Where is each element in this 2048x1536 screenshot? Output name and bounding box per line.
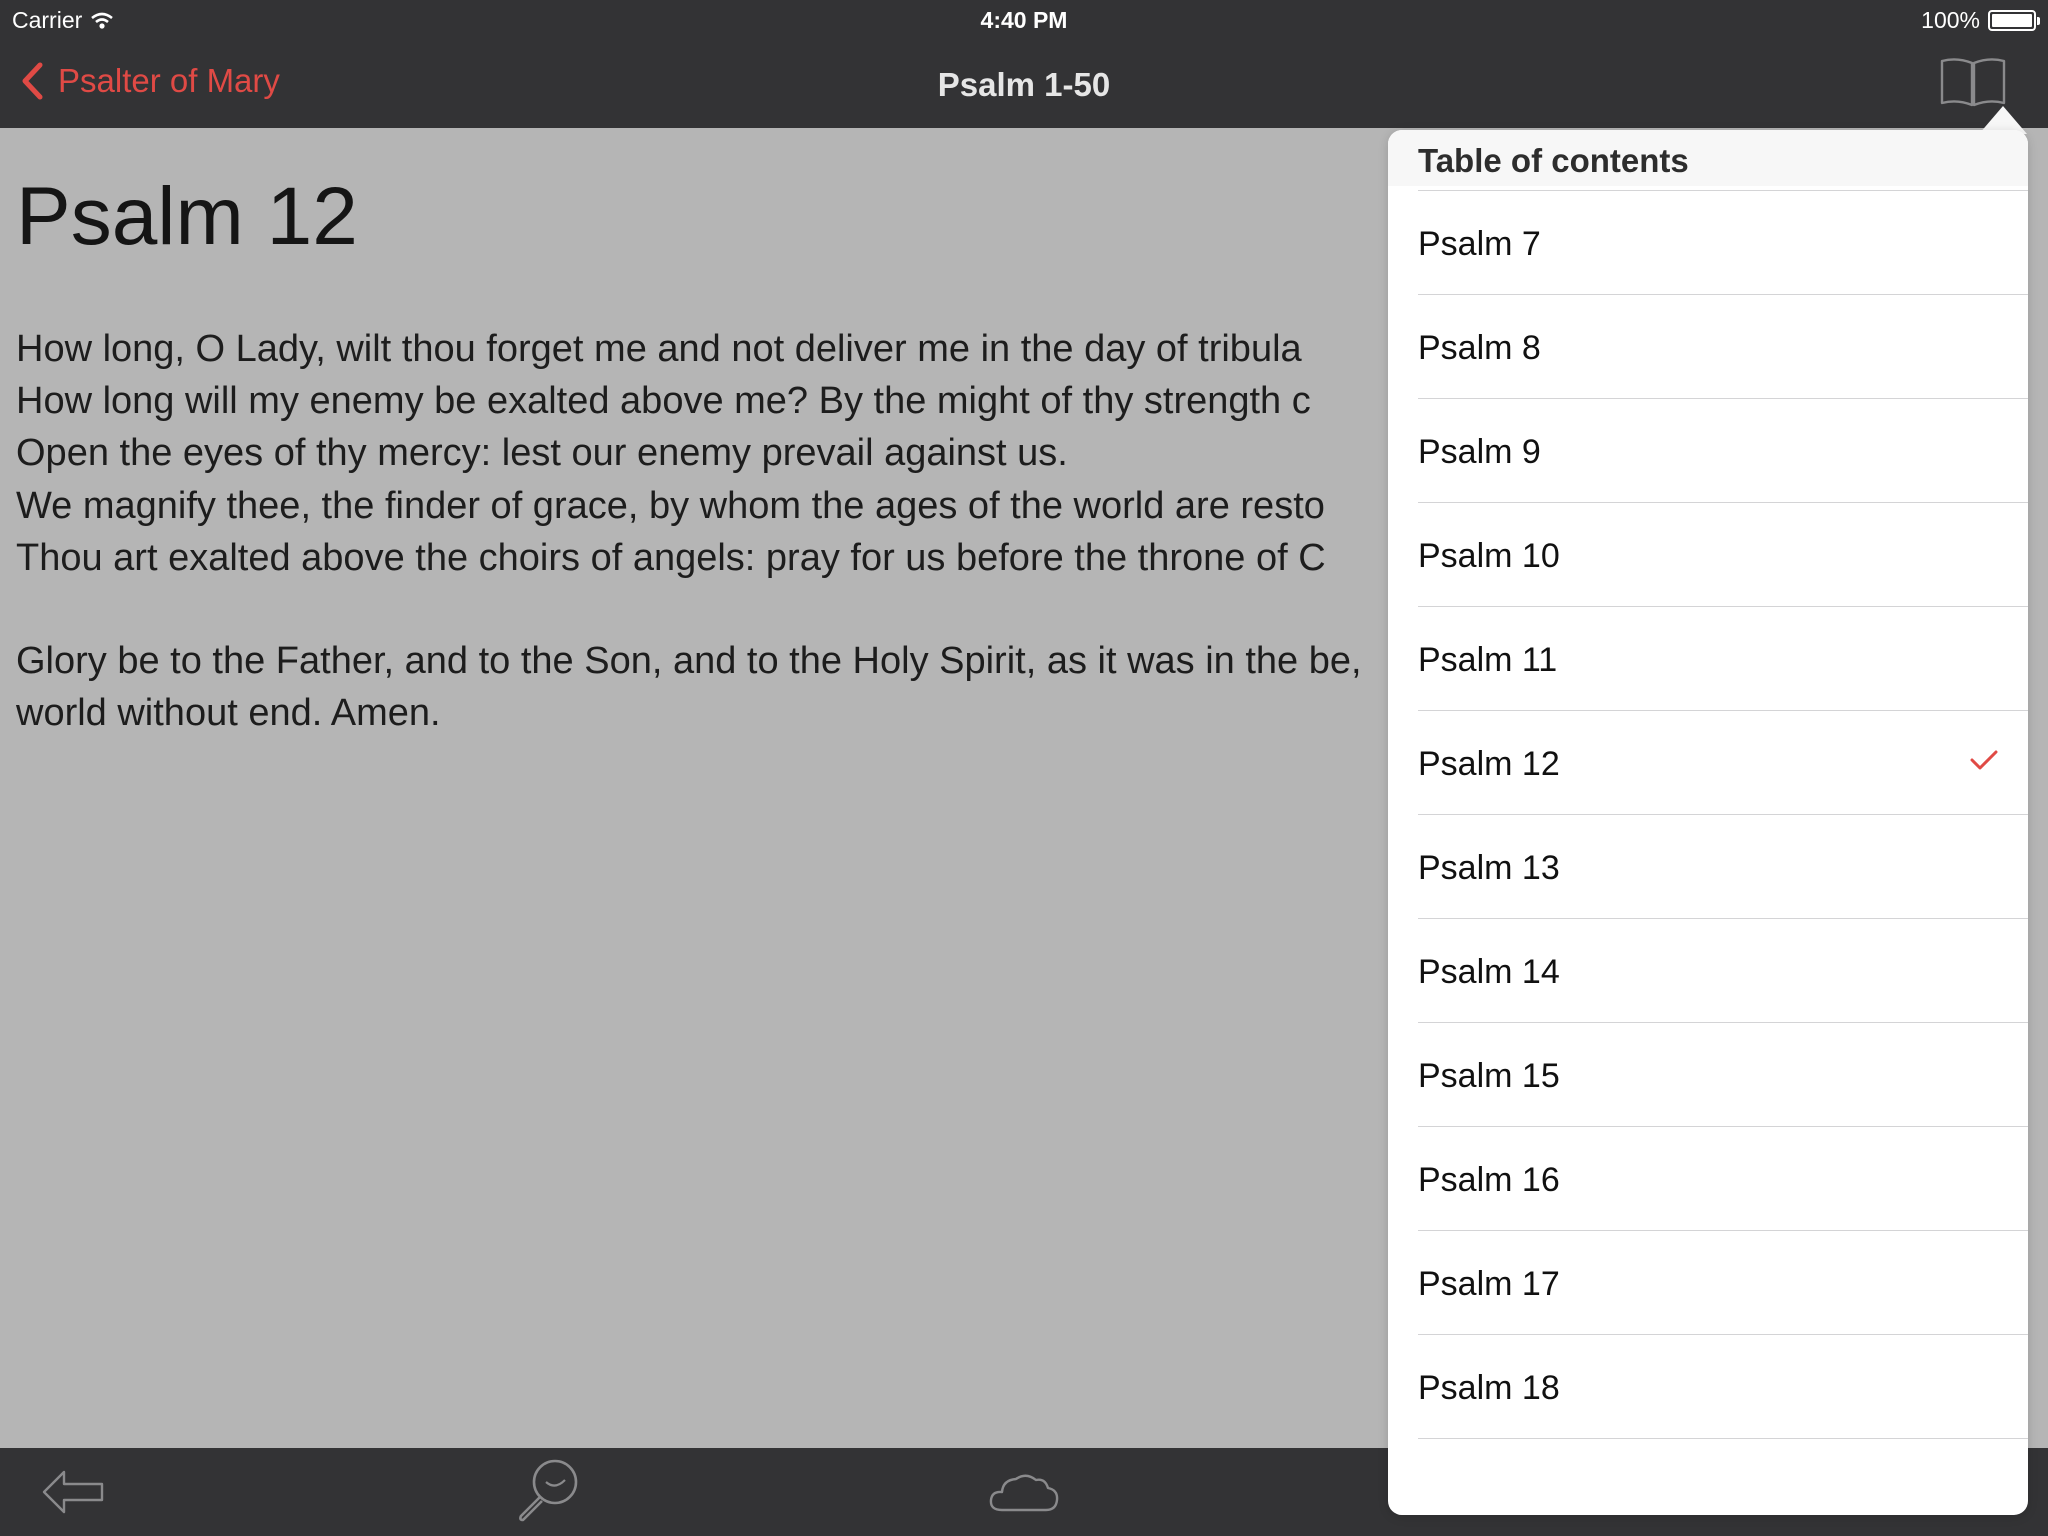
verse: Open the eyes of thy mercy: lest our ene… <box>16 432 1068 475</box>
toc-item-label: Psalm 9 <box>1418 433 1541 471</box>
cloud-icon[interactable] <box>988 1470 1060 1514</box>
verse: How long will my enemy be exalted above … <box>16 380 1311 423</box>
toc-list: Psalm 6Psalm 7Psalm 8Psalm 9Psalm 10Psal… <box>1388 130 2028 1439</box>
psalm-title: Psalm 12 <box>16 171 358 262</box>
toc-item-label: Psalm 17 <box>1418 1265 1560 1303</box>
search-icon[interactable] <box>513 1454 583 1524</box>
toc-item[interactable]: Psalm 12 <box>1388 711 2028 815</box>
battery-icon <box>1988 10 2040 31</box>
toc-item-label: Psalm 10 <box>1418 537 1560 575</box>
battery-percent: 100% <box>1921 7 1980 33</box>
toc-item-label: Psalm 13 <box>1418 849 1560 887</box>
toc-item[interactable]: Psalm 7 <box>1388 191 2028 295</box>
toc-item-label: Psalm 8 <box>1418 329 1541 367</box>
verse: Thou art exalted above the choirs of ang… <box>16 536 1326 579</box>
toc-item[interactable]: Psalm 14 <box>1388 919 2028 1023</box>
app-window: Carrier 4:40 PM 100% Psalter of Mary Psa… <box>0 0 2048 1536</box>
table-of-contents-popover: Table of contents Psalm 6Psalm 7Psalm 8P… <box>1388 130 2028 1515</box>
toc-item-label: Psalm 14 <box>1418 953 1560 991</box>
toc-item-label: Psalm 7 <box>1418 225 1541 263</box>
checkmark-icon <box>1970 750 1998 770</box>
toc-item-label: Psalm 18 <box>1418 1369 1560 1407</box>
navigation-bar: Carrier 4:40 PM 100% Psalter of Mary Psa… <box>0 0 2048 128</box>
toc-item[interactable]: Psalm 11 <box>1388 607 2028 711</box>
toc-item[interactable]: Psalm 16 <box>1388 1127 2028 1231</box>
toc-item[interactable]: Psalm 10 <box>1388 503 2028 607</box>
toc-header: Table of contents <box>1388 130 2028 186</box>
toc-item[interactable]: Psalm 15 <box>1388 1023 2028 1127</box>
status-battery: 100% <box>1921 7 2040 34</box>
toc-item[interactable]: Psalm 17 <box>1388 1231 2028 1335</box>
toc-item[interactable]: Psalm 18 <box>1388 1335 2028 1439</box>
doxology: Glory be to the Father, and to the Son, … <box>16 640 1362 735</box>
toc-item[interactable]: Psalm 9 <box>1388 399 2028 503</box>
back-arrow-icon[interactable] <box>40 1466 106 1518</box>
toc-item-label: Psalm 11 <box>1418 641 1558 679</box>
nav-title: Psalm 1-50 <box>937 66 1111 103</box>
row-separator <box>1418 1438 2028 1439</box>
book-icon[interactable] <box>1940 56 2006 108</box>
status-time: 4:40 PM <box>980 7 1068 33</box>
verse: How long, O Lady, wilt thou forget me an… <box>16 328 1302 370</box>
verse: We magnify thee, the finder of grace, by… <box>16 484 1325 527</box>
toc-header-label: Table of contents <box>1418 142 1689 179</box>
verse-list: How long, O Lady, wilt thou forget me an… <box>16 323 1326 584</box>
toc-item[interactable]: Psalm 13 <box>1388 815 2028 919</box>
toc-item-label: Psalm 12 <box>1418 745 1560 783</box>
toc-item-label: Psalm 16 <box>1418 1161 1560 1199</box>
toc-item-label: Psalm 15 <box>1418 1057 1560 1095</box>
toc-item[interactable]: Psalm 8 <box>1388 295 2028 399</box>
